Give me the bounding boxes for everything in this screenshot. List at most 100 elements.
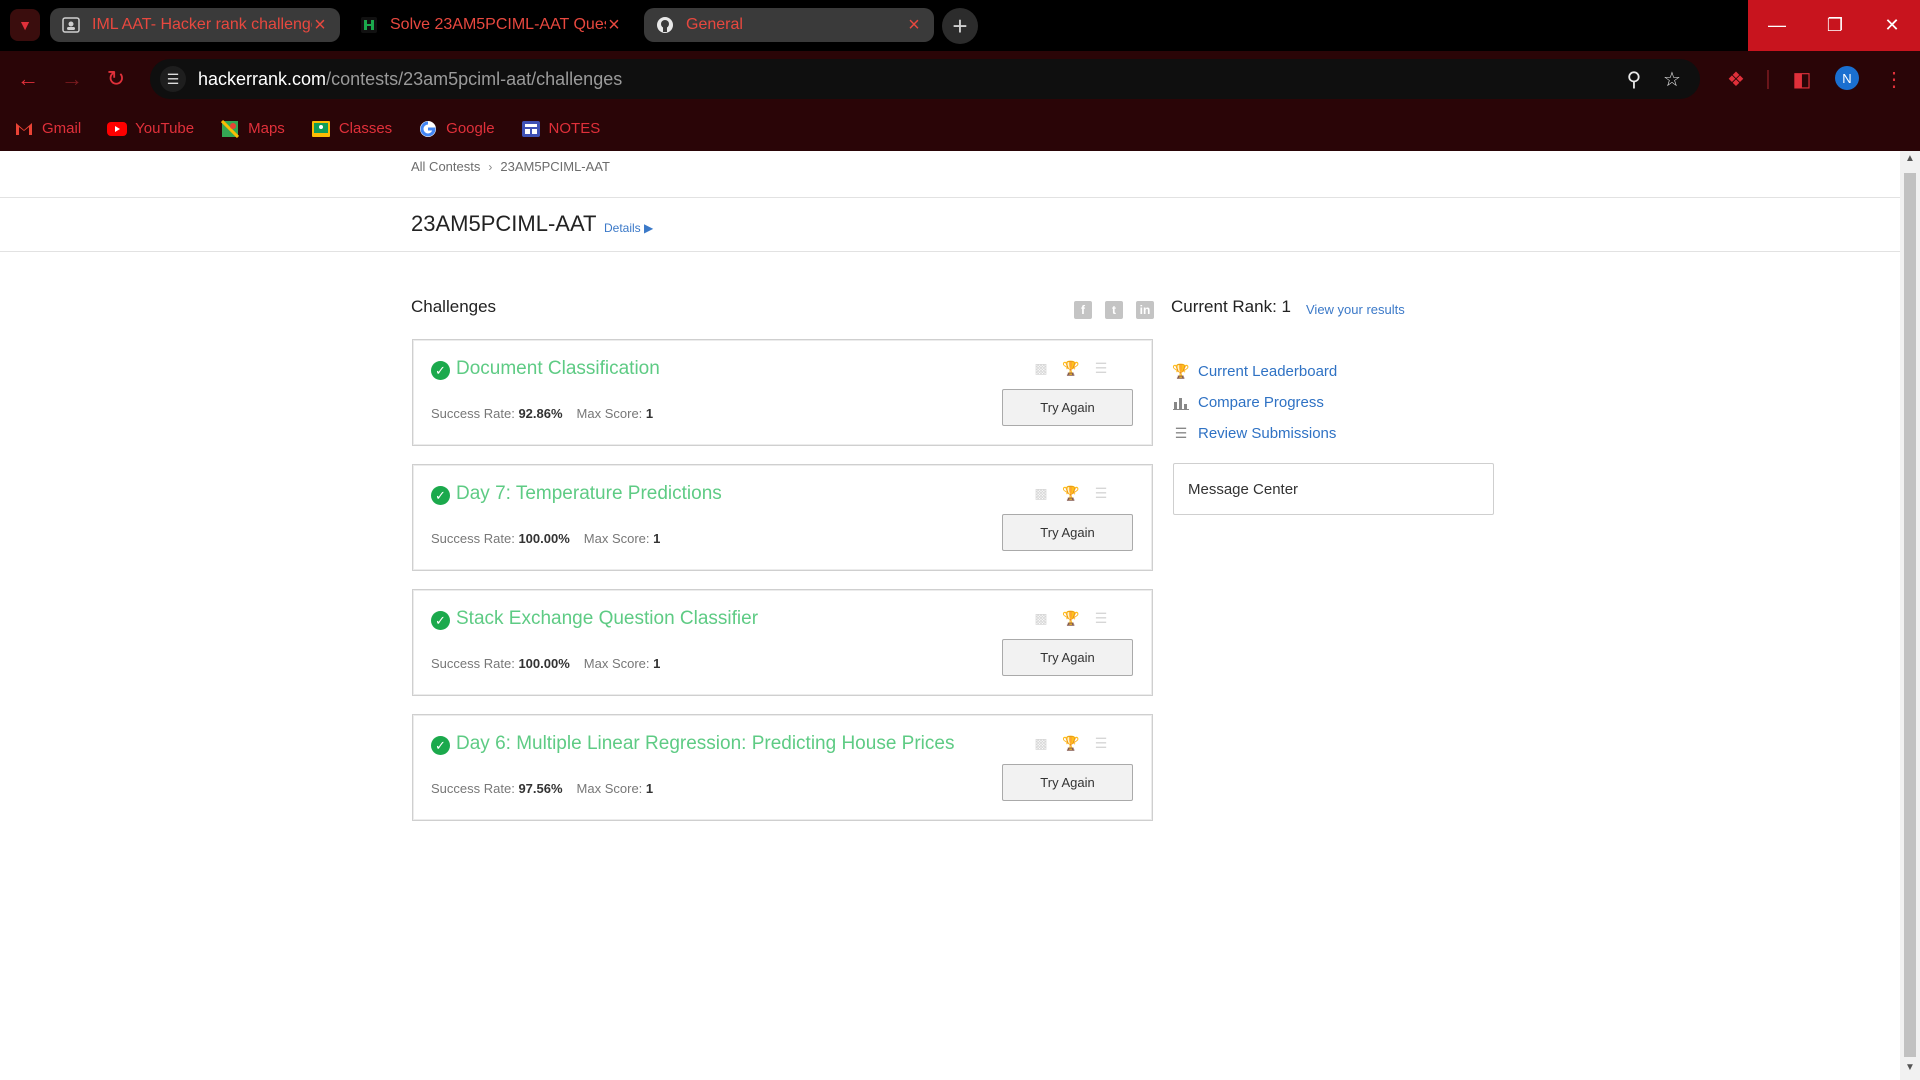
max-score-label: Max Score: [583, 531, 650, 546]
facebook-icon[interactable]: f [1074, 301, 1092, 319]
list-icon[interactable]: ☰ [1092, 735, 1110, 751]
challenge-name[interactable]: Stack Exchange Question Classifier [456, 608, 758, 630]
reload-button[interactable]: ↻ [102, 65, 130, 93]
discussion-icon[interactable]: ▩ [1032, 360, 1050, 376]
max-score-value: 1 [645, 781, 654, 796]
reload-icon: ↻ [106, 66, 126, 91]
message-center[interactable]: Message Center [1173, 463, 1494, 515]
success-rate-value: 92.86% [518, 406, 563, 421]
success-rate-label: Success Rate: [431, 656, 515, 671]
view-results-link[interactable]: View your results [1306, 302, 1405, 317]
divider [0, 197, 1900, 198]
restore-button[interactable]: ❐ [1806, 0, 1864, 51]
current-leaderboard-link[interactable]: 🏆 Current Leaderboard [1172, 363, 1337, 380]
tab-title: IML AAT- Hacker rank challenge [92, 16, 312, 33]
classroom-icon [311, 120, 331, 138]
page-scrollbar[interactable]: ▲ ▼ [1900, 151, 1920, 1080]
challenge-name[interactable]: Day 6: Multiple Linear Regression: Predi… [456, 733, 954, 755]
scroll-thumb[interactable] [1904, 173, 1916, 1057]
bookmark-maps[interactable]: Maps [220, 119, 285, 138]
max-score-value: 1 [653, 531, 661, 546]
link-label: Review Submissions [1198, 425, 1337, 442]
profile-avatar[interactable]: N [1835, 66, 1859, 90]
browser-toolbar: ← → ↻ ☰ hackerrank.com/contests/23am5pci… [0, 51, 1920, 106]
linkedin-icon[interactable]: in [1136, 301, 1154, 319]
trophy-icon[interactable]: 🏆 [1062, 360, 1080, 376]
github-icon [656, 16, 674, 34]
side-panel-icon[interactable]: ◧ [1788, 65, 1816, 93]
details-link[interactable]: Details ▶ [604, 221, 653, 235]
close-icon[interactable]: × [312, 14, 328, 37]
trophy-icon[interactable]: 🏆 [1062, 485, 1080, 501]
twitter-icon[interactable]: t [1105, 301, 1123, 319]
success-rate-label: Success Rate: [431, 531, 515, 546]
minimize-icon: — [1768, 15, 1786, 35]
list-icon[interactable]: ☰ [1092, 610, 1110, 626]
challenge-stats: Success Rate: 100.00% Max Score: 1 [431, 531, 660, 546]
tab-iml-aat[interactable]: IML AAT- Hacker rank challenge × [50, 8, 340, 42]
tab-search-button[interactable]: ▼ [10, 9, 40, 41]
close-icon: ✕ [1884, 15, 1900, 35]
site-info-icon[interactable]: ☰ [160, 66, 186, 92]
zoom-icon[interactable]: ⚲ [1622, 67, 1646, 91]
bar-chart-icon [1172, 395, 1190, 411]
discussion-icon[interactable]: ▩ [1032, 735, 1050, 751]
bookmark-youtube[interactable]: YouTube [107, 120, 194, 138]
check-circle-icon: ✓ [431, 361, 450, 380]
challenge-name[interactable]: Day 7: Temperature Predictions [456, 483, 722, 505]
back-button[interactable]: ← [14, 65, 42, 93]
new-tab-button[interactable]: + [942, 8, 978, 44]
minimize-button[interactable]: — [1748, 0, 1806, 51]
list-icon[interactable]: ☰ [1092, 360, 1110, 376]
current-rank: Current Rank: 1 [1171, 297, 1291, 316]
challenge-stats: Success Rate: 100.00% Max Score: 1 [431, 656, 660, 671]
breadcrumb: All Contests › 23AM5PCIML-AAT [411, 159, 610, 174]
challenge-name[interactable]: Document Classification [456, 358, 660, 380]
challenge-stats: Success Rate: 97.56% Max Score: 1 [431, 781, 653, 796]
success-rate-label: Success Rate: [431, 406, 515, 421]
url-text[interactable]: hackerrank.com/contests/23am5pciml-aat/c… [198, 69, 622, 90]
check-circle-icon: ✓ [431, 736, 450, 755]
bookmark-gmail[interactable]: Gmail [14, 120, 81, 138]
review-submissions-link[interactable]: ☰ Review Submissions [1172, 425, 1337, 442]
tab-github-general[interactable]: General × [644, 8, 934, 42]
discussion-icon[interactable]: ▩ [1032, 610, 1050, 626]
bookmark-classes[interactable]: Classes [311, 120, 392, 138]
trophy-icon[interactable]: 🏆 [1062, 735, 1080, 751]
max-score-label: Max Score: [583, 656, 650, 671]
close-icon[interactable]: × [906, 14, 922, 37]
extensions-icon[interactable]: ❖ [1722, 65, 1750, 93]
divider [0, 251, 1900, 252]
scroll-down-icon[interactable]: ▼ [1900, 1062, 1920, 1078]
details-label: Details [604, 221, 641, 235]
breadcrumb-all-contests[interactable]: All Contests [411, 159, 480, 174]
bookmark-notes[interactable]: NOTES [521, 120, 600, 138]
scroll-up-icon[interactable]: ▲ [1900, 153, 1920, 169]
menu-icon[interactable]: ⋮ [1880, 65, 1908, 93]
try-again-button[interactable]: Try Again [1002, 514, 1133, 551]
bookmark-google[interactable]: Google [418, 120, 495, 138]
compare-progress-link[interactable]: Compare Progress [1172, 394, 1324, 411]
trophy-icon[interactable]: 🏆 [1062, 610, 1080, 626]
tab-hackerrank[interactable]: Solve 23AM5PCIML-AAT Questions × [348, 8, 634, 42]
chevron-right-icon: › [488, 159, 493, 174]
list-icon[interactable]: ☰ [1092, 485, 1110, 501]
try-again-button[interactable]: Try Again [1002, 764, 1133, 801]
link-label: Compare Progress [1198, 394, 1324, 411]
bookmark-star-icon[interactable]: ☆ [1660, 67, 1684, 91]
max-score-value: 1 [645, 406, 654, 421]
close-window-button[interactable]: ✕ [1864, 0, 1920, 51]
success-rate-value: 100.00% [518, 656, 570, 671]
discussion-icon[interactable]: ▩ [1032, 485, 1050, 501]
address-bar[interactable]: ☰ hackerrank.com/contests/23am5pciml-aat… [150, 59, 1700, 99]
page-content: All Contests › 23AM5PCIML-AAT 23AM5PCIML… [0, 151, 1900, 1080]
close-icon[interactable]: × [606, 14, 622, 37]
try-again-button[interactable]: Try Again [1002, 639, 1133, 676]
bookmark-label: Gmail [42, 120, 82, 137]
list-icon: ☰ [1174, 425, 1188, 441]
challenge-card: ✓ Day 6: Multiple Linear Regression: Pre… [412, 714, 1153, 821]
link-label: Current Leaderboard [1198, 363, 1338, 380]
url-path: /contests/23am5pciml-aat/challenges [326, 68, 623, 89]
forward-button[interactable]: → [58, 65, 86, 93]
try-again-button[interactable]: Try Again [1002, 389, 1133, 426]
